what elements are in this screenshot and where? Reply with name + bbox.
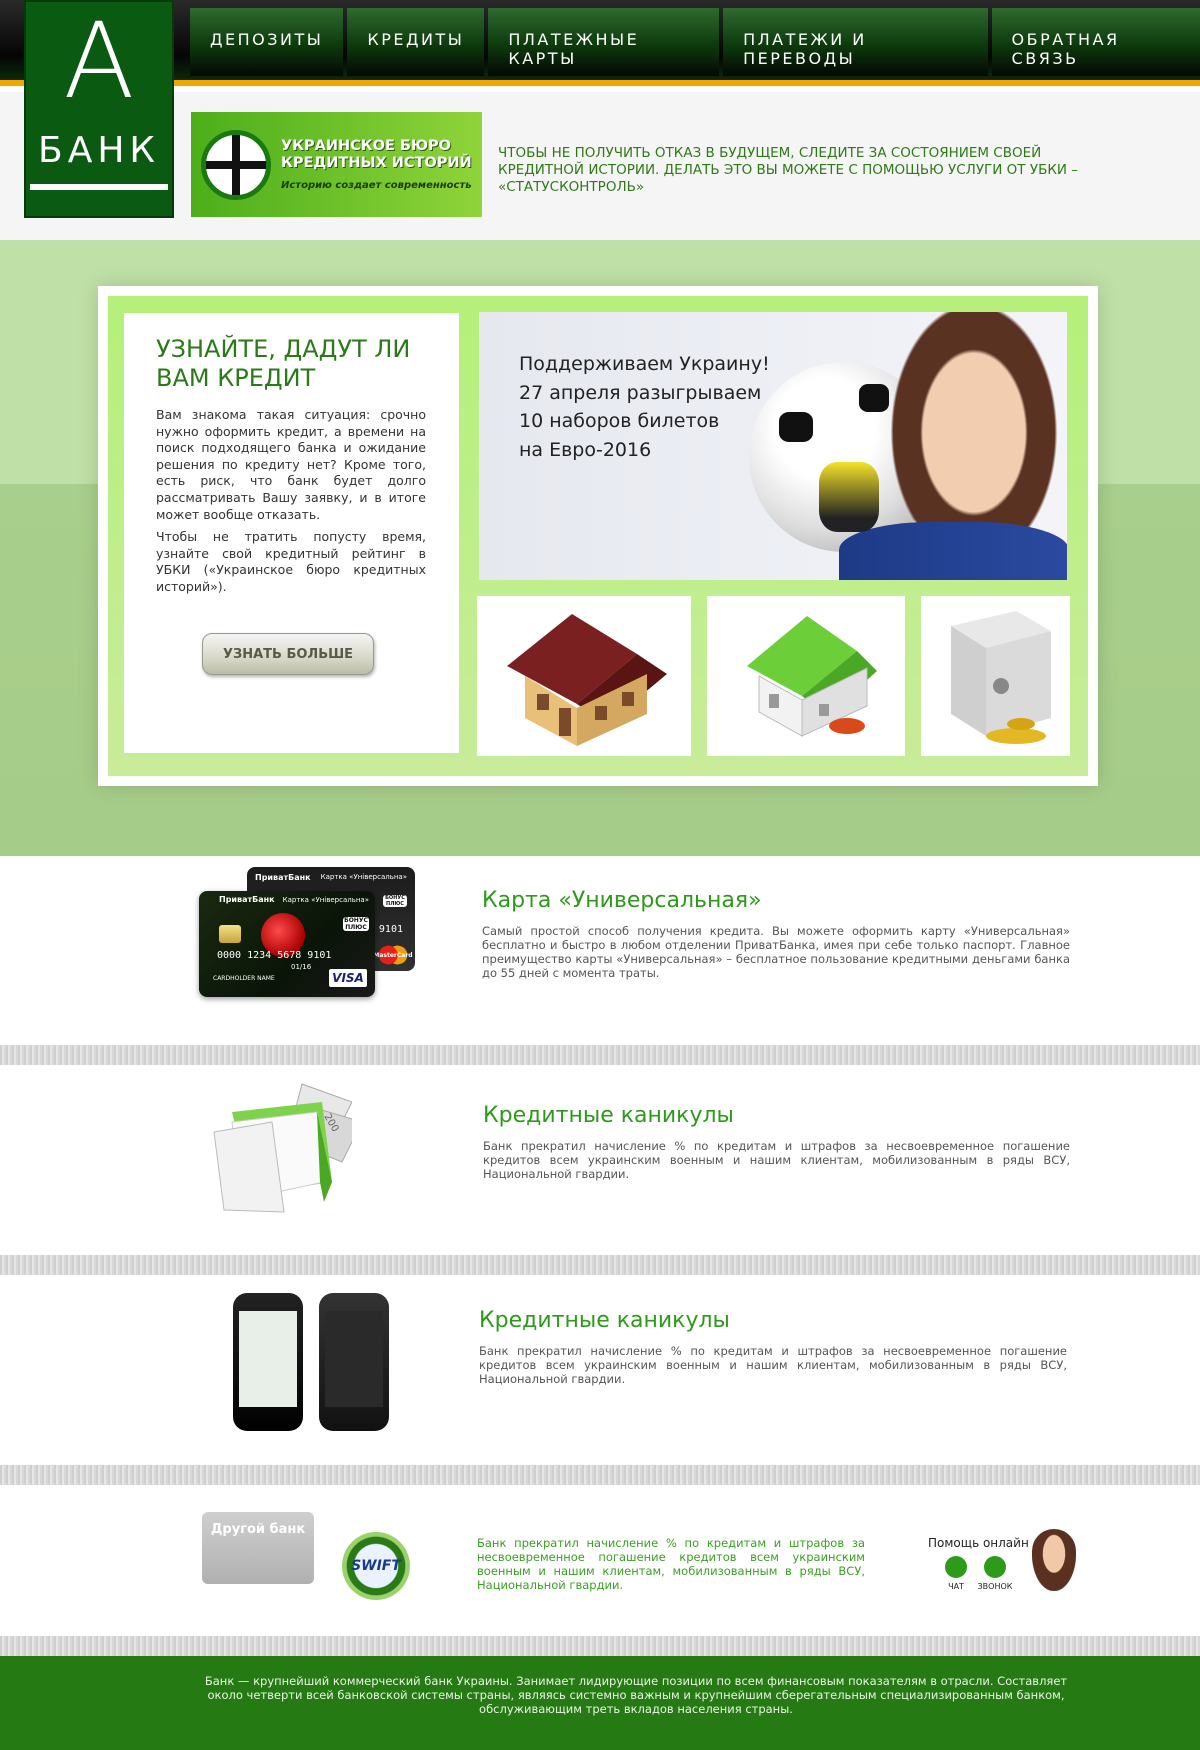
- phone-screen: [325, 1311, 383, 1407]
- banner-line: 10 наборов билетов: [519, 410, 720, 432]
- other-bank-label: Другой банк: [210, 1522, 306, 1537]
- credit-card-image: ПриватБанк Картка «Універсальна» БОНУС П…: [199, 891, 375, 997]
- chat-label: ЧАТ: [948, 1582, 964, 1591]
- smartphones-image: [231, 1293, 391, 1433]
- swift-icon: SWIFT: [342, 1532, 410, 1600]
- ubki-logo-icon: [201, 130, 271, 200]
- section-divider: [0, 1045, 1200, 1065]
- nav-item-payment-cards[interactable]: ПЛАТЕЖНЫЕ КАРТЫ: [488, 8, 720, 76]
- card-number: 0000 1234 5678 9101: [217, 950, 332, 961]
- android-phone-icon: [319, 1293, 389, 1431]
- ubki-slogan: Историю создает современность: [281, 180, 472, 191]
- banner-text: Поддерживаем Украину! 27 апреля разыгрыв…: [519, 350, 839, 464]
- call-button[interactable]: ЗВОНОК: [975, 1556, 1015, 1591]
- support-operator-avatar: [1032, 1529, 1076, 1591]
- call-label: ЗВОНОК: [977, 1582, 1013, 1591]
- bonus-badge: БОНУС ПЛЮС: [383, 895, 407, 907]
- ubki-title: УКРАИНСКОЕ БЮРО КРЕДИТНЫХ ИСТОРИЙ: [281, 138, 472, 171]
- other-bank-card-image: Другой банк: [202, 1512, 314, 1584]
- mastercard-logo: MasterCard: [373, 945, 413, 965]
- credit-info-paragraph: Вам знакома такая ситуация: срочно нужно…: [156, 407, 426, 522]
- goalkeeper-glove: [819, 462, 879, 532]
- calendar-money-image: 200: [212, 1082, 363, 1217]
- bottom-info-text: Банк прекратил начисление % по кредитам …: [477, 1536, 865, 1592]
- section-text: Самый простой способ получения кредита. …: [482, 924, 1070, 980]
- section-text: Банк прекратил начисление % по кредитам …: [479, 1344, 1067, 1386]
- card-holder: CARDHOLDER NAME: [213, 975, 275, 982]
- card-expiry: 01/16: [291, 963, 312, 971]
- nav-item-payments-transfers[interactable]: ПЛАТЕЖИ И ПЕРЕВОДЫ: [723, 8, 988, 76]
- credit-info-title: УЗНАЙТЕ, ДАДУТ ЛИ ВАМ КРЕДИТ: [156, 335, 411, 392]
- house-icon: [507, 614, 667, 746]
- section-title: Кредитные каникулы: [479, 1308, 730, 1333]
- credit-info-card: УЗНАЙТЕ, ДАДУТ ЛИ ВАМ КРЕДИТ Вам знакома…: [124, 313, 459, 753]
- chip-icon: [219, 925, 241, 943]
- phone-screen: [239, 1311, 297, 1407]
- online-help-widget: Помощь онлайн ЧАТ ЗВОНОК: [928, 1536, 1038, 1591]
- logo-underline: [30, 184, 168, 190]
- chat-icon: [945, 1556, 967, 1578]
- banner-line: Поддерживаем Украину!: [519, 353, 770, 375]
- section-title: Кредитные каникулы: [483, 1103, 734, 1128]
- footer-text: Банк — крупнейший коммерческий банк Укра…: [204, 1674, 1068, 1716]
- nav-item-deposits[interactable]: ДЕПОЗИТЫ: [190, 8, 344, 76]
- credit-info-paragraph: Чтобы не тратить попусту время, узнайте …: [156, 529, 426, 594]
- safe-icon: [951, 611, 1051, 744]
- euro-2016-promo-banner[interactable]: Поддерживаем Украину! 27 апреля разыгрыв…: [479, 312, 1067, 580]
- section-text: Банк прекратил начисление % по кредитам …: [483, 1139, 1070, 1181]
- phone-icon: [984, 1556, 1006, 1578]
- online-help-title: Помощь онлайн: [928, 1536, 1029, 1550]
- chat-button[interactable]: ЧАТ: [936, 1556, 976, 1591]
- nav-item-feedback[interactable]: ОБРАТНАЯ СВЯЗЬ: [991, 8, 1200, 76]
- bank-logo[interactable]: А БАНК: [24, 0, 174, 218]
- bonus-badge: БОНУС ПЛЮС: [343, 917, 369, 931]
- card-bank-name: ПриватБанк: [219, 895, 275, 904]
- section-divider: [0, 1255, 1200, 1275]
- card-bank-name: ПриватБанк: [255, 873, 311, 882]
- safe-tile[interactable]: [921, 596, 1070, 756]
- ubki-banner[interactable]: УКРАИНСКОЕ БЮРО КРЕДИТНЫХ ИСТОРИЙ Истори…: [191, 112, 482, 217]
- calendar-icon: 200: [213, 1083, 363, 1213]
- banner-line: 27 апреля разыгрываем: [519, 381, 762, 404]
- fan-shirt: [839, 522, 1067, 580]
- section-title: Карта «Универсальная»: [482, 888, 762, 913]
- nav-item-credits[interactable]: КРЕДИТЫ: [347, 8, 485, 76]
- house-tile[interactable]: [477, 596, 691, 756]
- house-garage-tile[interactable]: [707, 596, 905, 756]
- banner-line: на Евро-2016: [519, 438, 652, 461]
- main-navigation: ДЕПОЗИТЫ КРЕДИТЫ ПЛАТЕЖНЫЕ КАРТЫ ПЛАТЕЖИ…: [190, 8, 1200, 80]
- visa-logo: VISA: [329, 969, 367, 987]
- promo-text: ЧТОБЫ НЕ ПОЛУЧИТЬ ОТКАЗ В БУДУЩЕМ, СЛЕДИ…: [498, 145, 1079, 195]
- house-with-garage-icon: [747, 616, 877, 737]
- card-label: Картка «Універсальна»: [320, 873, 407, 881]
- learn-more-button[interactable]: УЗНАТЬ БОЛЬШЕ: [202, 633, 374, 675]
- footer: Банк — крупнейший коммерческий банк Укра…: [0, 1656, 1200, 1750]
- section-divider: [0, 1465, 1200, 1485]
- logo-word: БАНК: [38, 130, 160, 171]
- card-label: Картка «Універсальна»: [282, 896, 369, 904]
- iphone-icon: [233, 1293, 303, 1431]
- logo-letter: А: [63, 0, 135, 122]
- card-back-number: 9101: [378, 924, 403, 935]
- section-divider: [0, 1636, 1200, 1656]
